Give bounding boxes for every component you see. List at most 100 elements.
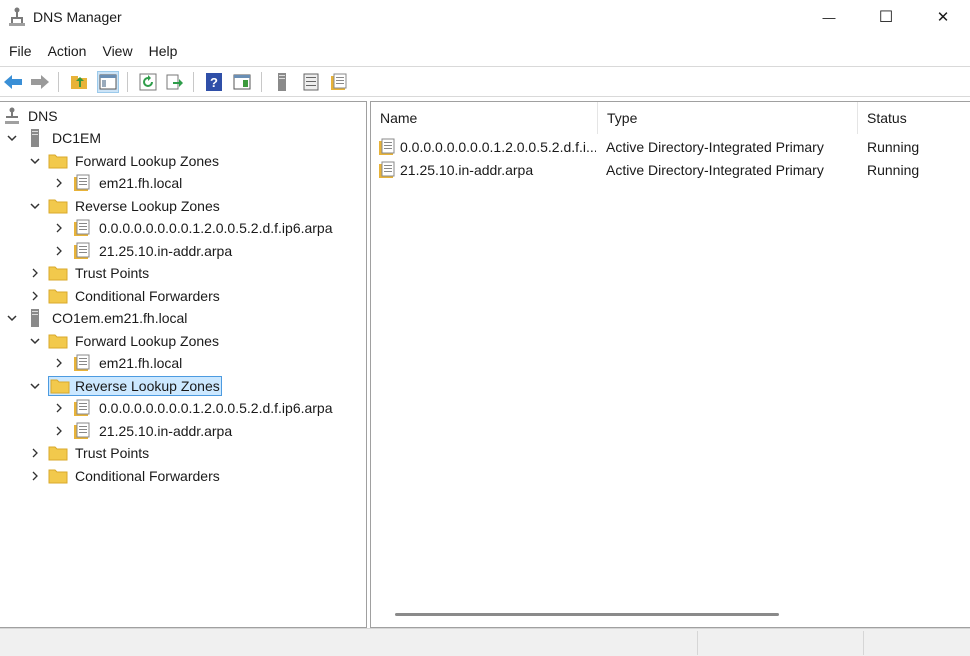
chevron-down-icon[interactable] [5,311,19,325]
export-list-button[interactable] [164,71,186,93]
tree-node-reverse-lookup-zones-selected[interactable]: Reverse Lookup Zones [28,375,222,397]
chevron-right-icon[interactable] [52,424,66,438]
column-label: Name [380,110,418,126]
tree-node-zone[interactable]: 0.0.0.0.0.0.0.0.1.2.0.0.5.2.d.f.ip6.arpa [52,217,335,239]
folder-icon [48,444,68,462]
close-button[interactable]: ✕ [914,0,970,34]
tree-label: Reverse Lookup Zones [75,198,220,214]
chevron-right-icon[interactable] [52,176,66,190]
help-icon: ? [206,73,222,91]
refresh-icon [139,73,157,91]
folder-icon [48,287,68,305]
server-icon [278,73,286,91]
column-label: Status [867,110,907,126]
zone-icon [72,174,92,192]
zone-type: Active Directory-Integrated Primary [606,139,824,155]
minimize-icon: — [822,9,836,25]
chevron-right-icon[interactable] [28,446,42,460]
tree-node-zone[interactable]: 0.0.0.0.0.0.0.0.1.2.0.0.5.2.d.f.ip6.arpa [52,397,335,419]
zone-type: Active Directory-Integrated Primary [606,162,824,178]
tree-node-trust-points[interactable]: Trust Points [28,442,151,464]
chevron-down-icon[interactable] [28,379,42,393]
tree-node-server[interactable]: CO1em.em21.fh.local [5,307,189,329]
list-item[interactable]: 21.25.10.in-addr.arpa Active Directory-I… [371,159,970,181]
folder-icon [48,332,68,350]
zone-name: 0.0.0.0.0.0.0.0.1.2.0.0.5.2.d.f.i... [400,139,596,155]
zone-name: 21.25.10.in-addr.arpa [400,162,534,178]
tree-node-dns[interactable]: DNS [5,105,60,127]
tree-label: em21.fh.local [99,175,183,191]
folder-icon [48,152,68,170]
zone-icon [378,159,400,181]
tree-node-zone[interactable]: 21.25.10.in-addr.arpa [52,420,234,442]
tree-label: Conditional Forwarders [75,288,220,304]
tree-label: 0.0.0.0.0.0.0.0.1.2.0.0.5.2.d.f.ip6.arpa [99,220,333,236]
chevron-right-icon[interactable] [28,266,42,280]
back-arrow-icon [4,75,22,89]
column-label: Type [607,110,638,126]
tree-label: 21.25.10.in-addr.arpa [99,243,233,259]
maximize-icon: ☐ [878,9,894,26]
export-list-icon [166,74,183,90]
window-title: DNS Manager [33,9,122,25]
tree-label: CO1em.em21.fh.local [52,310,188,326]
chevron-right-icon[interactable] [52,401,66,415]
chevron-right-icon[interactable] [52,244,66,258]
chevron-right-icon[interactable] [52,221,66,235]
tree-node-reverse-lookup-zones[interactable]: Reverse Lookup Zones [28,195,222,217]
close-icon: ✕ [936,9,950,26]
help-button[interactable]: ? [203,71,225,93]
status-segment [697,631,863,655]
refresh-button[interactable] [137,71,159,93]
folder-icon [48,264,68,282]
title-bar: DNS Manager — ☐ ✕ [0,0,970,36]
menu-action[interactable]: Action [40,39,95,63]
tree-node-forward-lookup-zones[interactable]: Forward Lookup Zones [28,150,221,172]
list-view-button[interactable] [300,71,322,93]
menu-file[interactable]: File [0,39,40,63]
forward-button[interactable] [29,71,51,93]
zone-icon [378,136,400,158]
chevron-right-icon[interactable] [28,289,42,303]
list-item[interactable]: 0.0.0.0.0.0.0.0.1.2.0.0.5.2.d.f.i... Act… [371,136,970,158]
zone-properties-button[interactable] [328,71,350,93]
show-hide-console-tree-button[interactable] [97,71,119,93]
chevron-right-icon[interactable] [28,469,42,483]
tree-node-conditional-forwarders[interactable]: Conditional Forwarders [28,285,222,307]
server-button[interactable] [271,71,293,93]
column-header-name[interactable]: Name [371,102,598,134]
tree-label: DC1EM [52,130,102,146]
selected-tree-item[interactable]: Reverse Lookup Zones [48,376,222,396]
back-button[interactable] [2,71,24,93]
chevron-down-icon[interactable] [28,334,42,348]
zone-icon [72,242,92,260]
column-header-status[interactable]: Status [858,102,970,134]
maximize-button[interactable]: ☐ [857,0,915,34]
chevron-down-icon[interactable] [28,154,42,168]
tree-node-trust-points[interactable]: Trust Points [28,262,151,284]
column-header-type[interactable]: Type [598,102,858,134]
action-pane-button[interactable] [231,71,253,93]
tree-label: Conditional Forwarders [75,468,220,484]
show-hide-console-tree-icon [99,74,117,90]
tree-node-zone[interactable]: em21.fh.local [52,172,184,194]
server-icon [25,129,45,147]
menu-bar: File Action View Help [0,38,970,64]
menu-help[interactable]: Help [141,39,186,63]
zone-icon [72,422,92,440]
tree-node-forward-lookup-zones[interactable]: Forward Lookup Zones [28,330,221,352]
tree-label: Reverse Lookup Zones [75,378,220,394]
horizontal-scrollbar[interactable] [395,613,779,616]
chevron-down-icon[interactable] [5,131,19,145]
chevron-right-icon[interactable] [52,356,66,370]
zone-status: Running [867,139,920,155]
up-one-level-button[interactable] [68,71,90,93]
tree-node-conditional-forwarders[interactable]: Conditional Forwarders [28,465,222,487]
minimize-button[interactable]: — [800,0,858,34]
zone-properties-icon [331,73,347,90]
menu-view[interactable]: View [94,39,140,63]
tree-node-zone[interactable]: em21.fh.local [52,352,184,374]
tree-node-server[interactable]: DC1EM [5,127,103,149]
tree-node-zone[interactable]: 21.25.10.in-addr.arpa [52,240,234,262]
chevron-down-icon[interactable] [28,199,42,213]
